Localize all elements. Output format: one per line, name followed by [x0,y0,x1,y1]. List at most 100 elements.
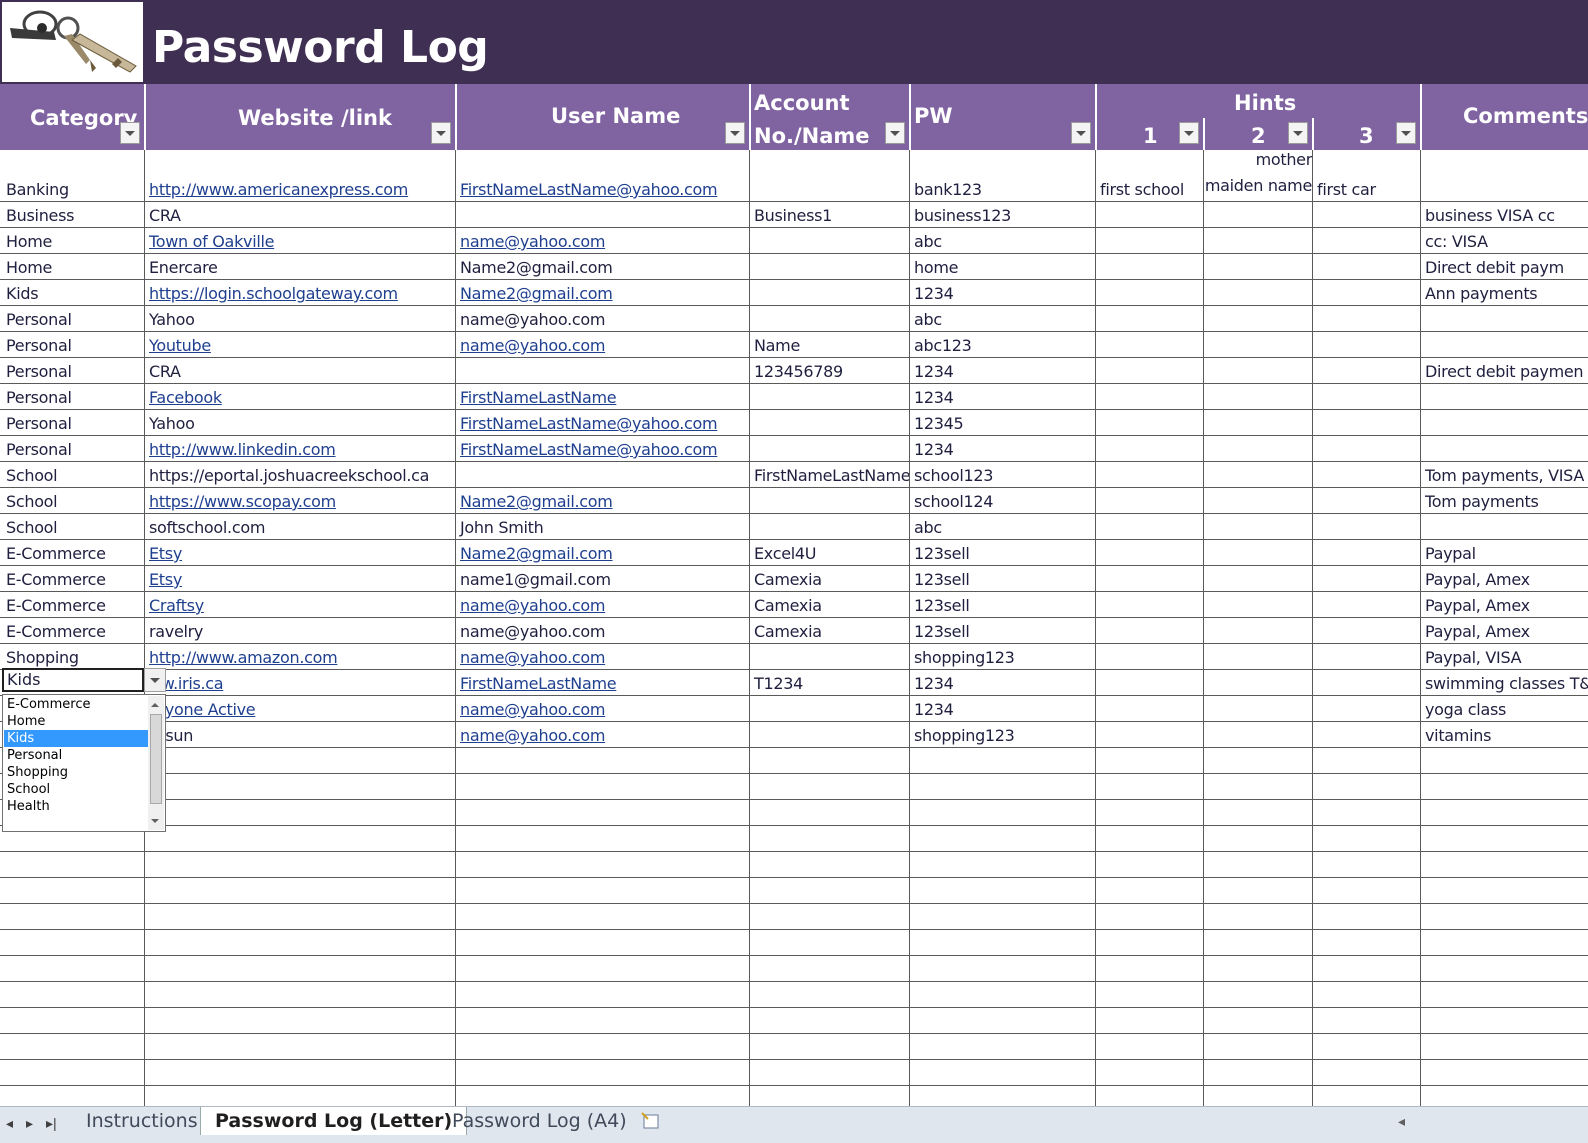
comments-cell[interactable] [1421,384,1588,409]
account-cell[interactable]: Excel4U [750,540,909,565]
hint3-cell[interactable] [1313,618,1420,643]
account-cell[interactable]: Business1 [750,202,909,227]
insert-sheet-icon[interactable] [640,1111,662,1131]
hint3-cell[interactable]: first car [1313,150,1420,201]
account-cell[interactable]: Name [750,332,909,357]
website-cell[interactable]: https://login.schoolgateway.com [145,280,455,305]
dropdown-option[interactable]: Health [4,798,148,815]
pw-cell[interactable]: 1234 [910,384,1095,409]
website-cell[interactable]: trisun [145,722,455,747]
username-cell[interactable]: Name2@gmail.com [456,254,749,279]
website-cell[interactable]: Etsy [145,566,455,591]
hint2b-cell[interactable] [1204,514,1312,539]
username-filter-button[interactable] [725,122,745,144]
comments-cell[interactable]: Paypal, Amex [1421,592,1588,617]
account-cell[interactable] [750,488,909,513]
hint2b-cell[interactable] [1204,254,1312,279]
category-cell[interactable]: Personal [2,410,144,435]
pw-filter-button[interactable] [1071,122,1091,144]
website-cell[interactable]: http://www.americanexpress.com [145,150,455,201]
username-cell[interactable]: name@yahoo.com [456,228,749,253]
category-cell[interactable]: Home [2,254,144,279]
account-cell[interactable]: T1234 [750,670,909,695]
comments-cell[interactable]: yoga class [1421,696,1588,721]
account-cell[interactable] [750,722,909,747]
pw-cell[interactable]: bank123 [910,150,1095,201]
empty-row[interactable] [0,930,1588,956]
account-cell[interactable]: FirstNameLastName [750,462,909,487]
hint1-cell[interactable] [1096,644,1203,669]
website-cell[interactable]: http://www.linkedin.com [145,436,455,461]
empty-row[interactable] [0,956,1588,982]
hint3-cell[interactable] [1313,644,1420,669]
comments-cell[interactable]: Paypal [1421,540,1588,565]
tab-password-log-a4[interactable]: Password Log (A4) [438,1107,641,1135]
username-cell[interactable]: Name2@gmail.com [456,280,749,305]
last-sheet-icon[interactable]: ▸| [46,1115,57,1132]
next-sheet-icon[interactable]: ▸ [26,1115,33,1132]
username-cell[interactable]: FirstNameLastName@yahoo.com [456,436,749,461]
username-cell[interactable]: Name2@gmail.com [456,540,749,565]
hint1-cell[interactable] [1096,436,1203,461]
comments-cell[interactable]: vitamins [1421,722,1588,747]
username-cell[interactable]: name@yahoo.com [456,592,749,617]
username-cell[interactable]: name@yahoo.com [456,696,749,721]
account-cell[interactable] [750,150,909,201]
scroll-up-icon[interactable] [151,703,159,707]
hint1-cell[interactable] [1096,410,1203,435]
hint3-cell[interactable] [1313,410,1420,435]
pw-cell[interactable]: 1234 [910,280,1095,305]
pw-cell[interactable]: home [910,254,1095,279]
empty-row[interactable] [0,982,1588,1008]
category-cell[interactable]: Personal [2,384,144,409]
website-cell[interactable]: Town of Oakville [145,228,455,253]
pw-cell[interactable]: shopping123 [910,644,1095,669]
hint3-cell[interactable] [1313,306,1420,331]
hint3-cell[interactable] [1313,592,1420,617]
tab-instructions[interactable]: Instructions [72,1107,212,1135]
empty-row[interactable] [0,748,1588,774]
pw-cell[interactable]: 1234 [910,358,1095,383]
website-cell[interactable]: CRA [145,358,455,383]
username-cell[interactable]: FirstNameLastName@yahoo.com [456,150,749,201]
hint1-cell[interactable] [1096,384,1203,409]
hint1-cell[interactable] [1096,514,1203,539]
username-cell[interactable]: name1@gmail.com [456,566,749,591]
first-sheet-icon[interactable]: ◂ [6,1115,13,1132]
category-cell[interactable]: Personal [2,332,144,357]
hint2b-cell[interactable] [1204,410,1312,435]
website-cell[interactable]: Youtube [145,332,455,357]
category-filter-button[interactable] [120,122,140,144]
hint1-cell[interactable] [1096,202,1203,227]
comments-cell[interactable]: cc: VISA [1421,228,1588,253]
hint2b-cell[interactable] [1204,332,1312,357]
website-cell[interactable]: ravelry [145,618,455,643]
account-cell[interactable] [750,306,909,331]
pw-cell[interactable]: abc [910,514,1095,539]
hint3-cell[interactable] [1313,540,1420,565]
comments-cell[interactable]: business VISA cc [1421,202,1588,227]
hint3-cell[interactable] [1313,280,1420,305]
hint1-cell[interactable]: first school [1096,150,1203,201]
category-cell[interactable]: E-Commerce [2,618,144,643]
hint3-cell[interactable] [1313,254,1420,279]
account-cell[interactable] [750,436,909,461]
website-cell[interactable]: ww.iris.ca [145,670,455,695]
pw-cell[interactable]: shopping123 [910,722,1095,747]
category-cell[interactable]: Business [2,202,144,227]
hint2b-cell[interactable] [1204,280,1312,305]
hint3-cell[interactable] [1313,722,1420,747]
hint3-cell[interactable] [1313,228,1420,253]
hint1-cell[interactable] [1096,254,1203,279]
account-cell[interactable]: Camexia [750,618,909,643]
account-cell[interactable]: Camexia [750,566,909,591]
hint1-cell[interactable] [1096,306,1203,331]
website-cell[interactable]: http://www.amazon.com [145,644,455,669]
category-cell[interactable]: Personal [2,436,144,461]
hint3-cell[interactable] [1313,670,1420,695]
hint2b-cell[interactable] [1204,722,1312,747]
dropdown-option[interactable]: Home [4,713,148,730]
horizontal-scrollbar[interactable]: ◂ [1388,1107,1588,1143]
account-cell[interactable] [750,644,909,669]
scroll-down-icon[interactable] [151,819,159,823]
